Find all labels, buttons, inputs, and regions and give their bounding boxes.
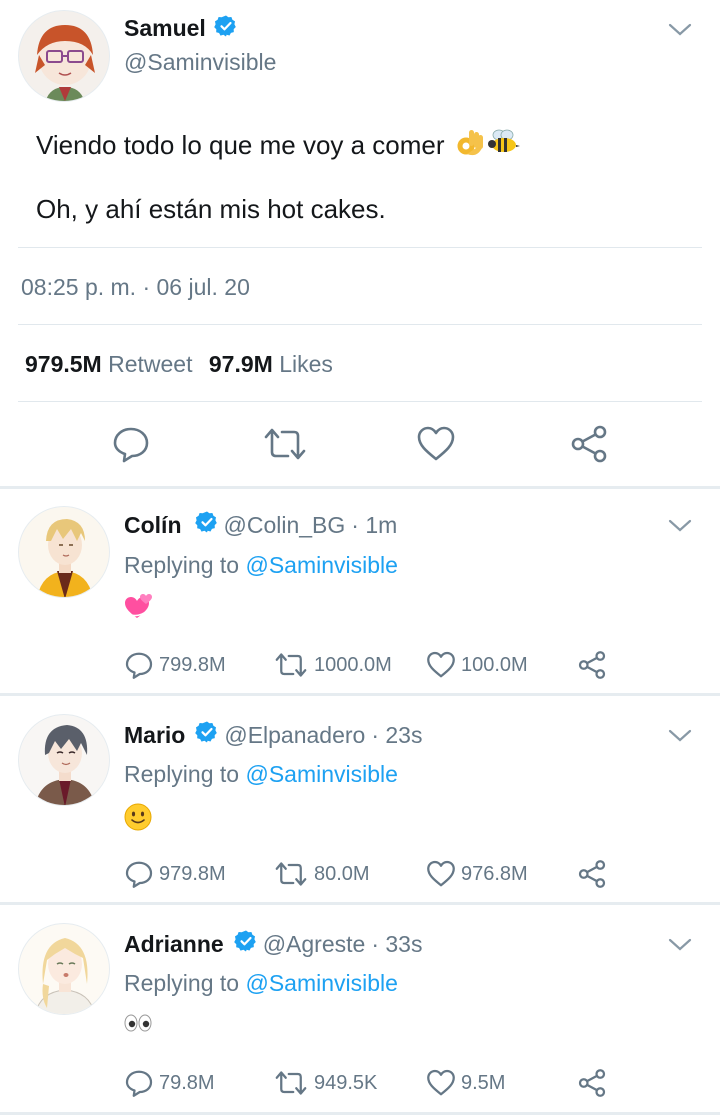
replying-to-link[interactable]: @Saminvisible — [245, 761, 397, 787]
reply-author-handle[interactable]: @Agreste — [263, 931, 366, 958]
retweet-icon — [275, 1071, 307, 1095]
reply-time: · 23s — [371, 721, 423, 748]
slightly-smiling-face-emoji-icon — [123, 802, 153, 837]
divider — [18, 247, 702, 248]
reply-author-handle[interactable]: @Colin_BG — [224, 512, 346, 539]
chevron-down-icon[interactable] — [668, 937, 692, 958]
reply-icon[interactable] — [111, 424, 151, 469]
divider — [18, 324, 702, 325]
eyes-emoji-icon — [123, 1014, 153, 1037]
reply-count: 79.8M — [159, 1071, 215, 1094]
reply-author-name[interactable]: Mario — [124, 722, 185, 749]
verified-badge-icon — [233, 929, 258, 959]
replying-to-label: Replying to — [124, 761, 240, 787]
share-icon[interactable] — [577, 1068, 607, 1103]
retweet-action[interactable]: 1000.0M — [273, 650, 392, 680]
tweet-text-line1: Viendo todo lo que me voy a comer — [36, 130, 445, 160]
retweet-icon — [275, 862, 307, 886]
like-heart-icon — [427, 860, 455, 887]
retweet-count: 80.0M — [314, 862, 370, 885]
reply-count: 979.8M — [159, 862, 226, 885]
revolving-hearts-emoji-icon — [123, 592, 153, 625]
reply-time: · 33s — [371, 930, 423, 957]
chevron-down-icon[interactable] — [668, 22, 692, 43]
share-icon[interactable] — [577, 650, 607, 685]
reply-avatar[interactable] — [18, 923, 110, 1015]
reply-avatar[interactable] — [18, 506, 110, 598]
section-divider — [0, 486, 720, 489]
reply-avatar[interactable] — [18, 714, 110, 806]
author-handle[interactable]: @Saminvisible — [124, 49, 276, 76]
retweet-count[interactable]: 979.5M Retweet — [25, 351, 192, 377]
reply-author-name[interactable]: Adrianne — [124, 931, 224, 958]
reply-author-name[interactable]: Colín — [124, 512, 182, 539]
retweet-icon[interactable] — [262, 424, 308, 469]
like-count: 976.8M — [461, 862, 528, 885]
reply-icon — [125, 861, 153, 888]
section-divider — [0, 902, 720, 905]
chevron-down-icon[interactable] — [668, 518, 692, 539]
chevron-down-icon[interactable] — [668, 728, 692, 749]
replying-to-link[interactable]: @Saminvisible — [245, 552, 397, 578]
verified-badge-icon — [194, 510, 219, 540]
reply-count: 799.8M — [159, 653, 226, 676]
section-divider — [0, 693, 720, 696]
retweet-count: 949.5K — [314, 1071, 378, 1094]
reply-action[interactable]: 79.8M — [124, 1068, 215, 1098]
share-icon[interactable] — [577, 859, 607, 894]
divider — [18, 401, 702, 402]
like-action[interactable]: 9.5M — [426, 1068, 505, 1098]
reply-action[interactable]: 979.8M — [124, 859, 226, 889]
tweet-text-line2: Oh, y ahí están mis hot cakes. — [36, 194, 386, 224]
tweet-timestamp[interactable]: 08:25 p. m. · 06 jul. 20 — [21, 274, 250, 301]
like-count: 100.0M — [461, 653, 528, 676]
retweet-count: 1000.0M — [314, 653, 392, 676]
author-name[interactable]: Samuel — [124, 15, 206, 42]
likes-count[interactable]: 97.9M Likes — [209, 351, 333, 377]
like-action[interactable]: 976.8M — [426, 859, 528, 889]
reply-icon — [125, 652, 153, 679]
author-avatar[interactable] — [18, 10, 110, 102]
retweet-action[interactable]: 949.5K — [273, 1068, 377, 1098]
replying-to-link[interactable]: @Saminvisible — [245, 970, 397, 996]
reply-author-handle[interactable]: @Elpanadero — [224, 722, 365, 749]
engagement-stats: 979.5M Retweet 97.9M Likes — [25, 351, 333, 378]
verified-badge-icon — [195, 720, 219, 750]
like-count: 9.5M — [461, 1071, 506, 1094]
ok-hand-emoji-icon — [455, 126, 485, 165]
like-heart-icon — [427, 1069, 455, 1096]
share-icon[interactable] — [569, 424, 609, 469]
like-heart-icon[interactable] — [416, 424, 456, 469]
retweet-action[interactable]: 80.0M — [273, 859, 370, 889]
replying-to-label: Replying to — [124, 552, 240, 578]
section-divider — [0, 1112, 720, 1115]
bee-emoji-icon — [487, 128, 521, 163]
replying-to-label: Replying to — [124, 970, 240, 996]
reply-icon — [125, 1070, 153, 1097]
like-heart-icon — [427, 651, 455, 678]
retweet-icon — [275, 653, 307, 677]
reply-time: · 1m — [351, 511, 398, 538]
verified-badge-icon — [214, 14, 238, 43]
reply-action[interactable]: 799.8M — [124, 650, 226, 680]
like-action[interactable]: 100.0M — [426, 650, 528, 680]
